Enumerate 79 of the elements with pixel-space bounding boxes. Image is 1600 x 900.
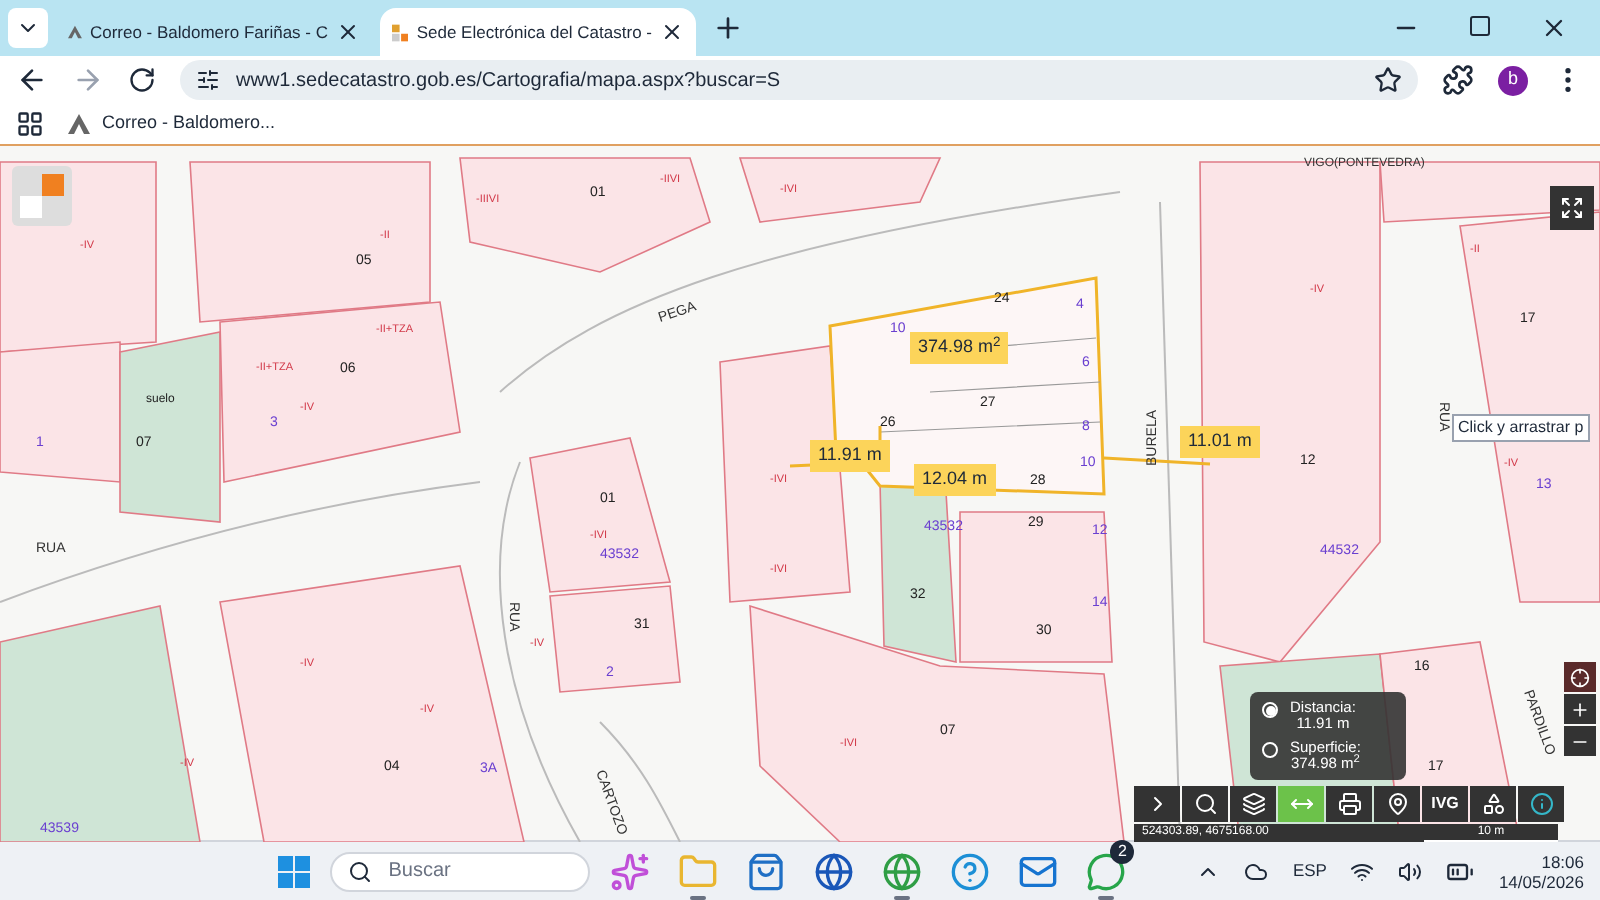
url-text: www1.sedecatastro.gob.es/Cartografia/mapa.aspx?buscar=S [236,67,783,95]
globe-icon [814,851,855,891]
taskbar-app[interactable]: 2 [1078,843,1135,899]
measurement-label: 374.98 m$^{2}$ [910,332,1009,363]
crosshair-icon [1570,667,1590,687]
zoom-in-button[interactable] [1564,694,1596,724]
sparkle-icon [610,851,651,891]
site-info-icon [196,68,220,92]
running-indicator [690,895,707,899]
mountain-icon [68,114,90,134]
address-bar[interactable]: www1.sedecatastro.gob.es/Cartografia/mapa.aspx?buscar=S [180,60,1418,100]
folder-icon [678,851,719,891]
restore-icon[interactable] [1468,14,1492,38]
toolbar-button[interactable] [1470,786,1516,822]
toolbar-button[interactable] [1518,786,1564,822]
search-icon [348,859,373,883]
windows-logo-icon[interactable] [278,855,311,887]
info-icon [1529,792,1553,816]
running-indicator [1098,895,1115,899]
close-icon[interactable] [336,20,360,44]
catastro-logo[interactable] [12,166,72,226]
tab-title: Correo - Baldomero Fariñas - C [89,19,328,45]
new-tab-icon[interactable] [712,12,744,44]
browser-tab[interactable]: Sede Electrónica del Catastro - [380,8,696,56]
close-icon[interactable] [1540,14,1568,42]
apps-icon[interactable] [16,110,44,138]
fullscreen-icon [1560,196,1584,220]
measurement-label: 12.04 m [914,464,996,495]
forward-icon[interactable] [72,64,104,96]
running-indicator [894,895,911,899]
toolbar-button[interactable] [1326,786,1372,822]
toolbar-button[interactable] [1134,786,1180,822]
pin-icon [1385,792,1409,816]
toolbar-button[interactable] [1182,786,1228,822]
profile-avatar[interactable]: b [1498,65,1528,95]
reload-icon[interactable] [128,66,156,94]
volume-icon[interactable] [1398,859,1423,883]
mail-icon [1018,851,1059,891]
search-icon [1193,792,1217,816]
plus-icon [1570,699,1590,719]
clock-time: 18:06 [1541,851,1584,871]
mountain-icon [68,22,82,42]
measurement-label: 11.91 m [810,440,890,471]
browser-tab[interactable]: Correo - Baldomero Fariñas - C [56,8,372,56]
layers-icon [1241,792,1265,816]
toolbar-button[interactable]: IVG [1422,786,1468,822]
search-placeholder: Buscar [388,858,451,886]
zoom-out-button[interactable] [1564,726,1596,756]
extensions-icon[interactable] [1442,64,1474,96]
fullscreen-button[interactable] [1550,186,1594,230]
search-field[interactable]: Buscar [330,851,591,891]
tab-title: Sede Electrónica del Catastro - [416,19,652,45]
cloud-icon[interactable] [1244,859,1269,883]
shapes-icon [1481,792,1505,816]
back-icon[interactable] [16,64,48,96]
bookmark-title: Correo - Baldomero... [102,110,276,137]
radio-button[interactable] [1262,742,1278,758]
tooltip: Click y arrastrar p [1452,414,1590,442]
grid-logo-icon [392,21,409,43]
bag-icon [746,851,787,891]
bookmark[interactable]: Correo - Baldomero... [68,110,276,138]
close-icon[interactable] [660,20,684,44]
locate-button[interactable] [1564,662,1596,692]
wifi-icon[interactable] [1350,859,1375,883]
printer-icon [1337,792,1361,816]
clock-date: 14/05/2026 [1498,871,1584,891]
clock[interactable]: 18:06 14/05/2026 [1498,851,1584,891]
help-icon [950,851,991,891]
toolbar-button[interactable] [1230,786,1276,822]
globe-icon [882,851,923,891]
parcel-shape [0,341,121,483]
road-edge [599,721,681,842]
star-icon[interactable] [1374,66,1402,94]
language-indicator[interactable]: ESP [1292,858,1327,884]
radio-button[interactable] [1262,702,1278,718]
tab-list-button[interactable] [8,8,48,48]
measurement-label: 11.01 m [1180,426,1260,457]
cadastral-map[interactable] [0,144,1600,840]
toolbar-button[interactable] [1374,786,1420,822]
